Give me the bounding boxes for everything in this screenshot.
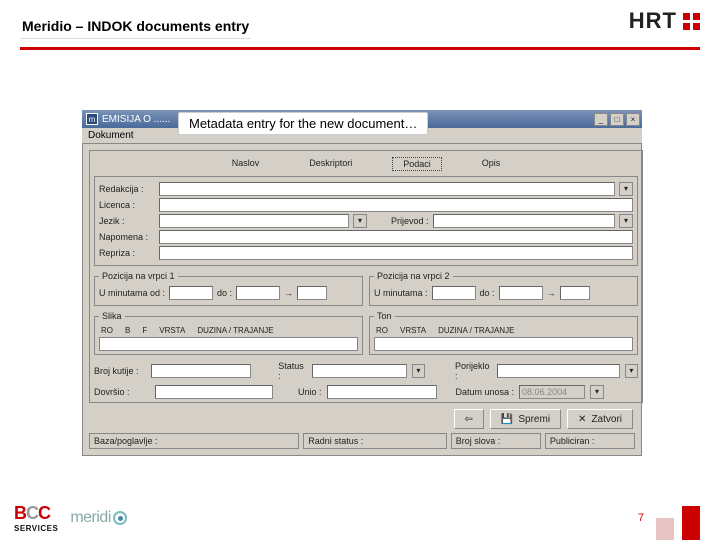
close-icon: ✕ (578, 414, 586, 425)
input-status[interactable] (312, 364, 407, 378)
status-bar: Baza/poglavlje : Radni status : Broj slo… (89, 433, 635, 449)
input-p1-do[interactable] (236, 286, 280, 300)
status-baza: Baza/poglavlje : (89, 433, 299, 449)
hdr-slika-vrsta: VRSTA (159, 326, 185, 335)
input-repriza[interactable] (159, 246, 633, 260)
hdr-slika-ro: RO (101, 326, 113, 335)
input-p1-res[interactable] (297, 286, 327, 300)
label-napomena: Napomena : (99, 232, 155, 242)
minimize-button[interactable]: _ (594, 113, 608, 126)
arrow-left-icon: ⇦ (465, 414, 473, 425)
dropdown-jezik[interactable]: ▾ (353, 214, 367, 228)
hdr-slika-f: F (142, 326, 147, 335)
status-broj-slova: Broj slova : (451, 433, 541, 449)
bcc-logo: BCC SERVICES (14, 503, 58, 533)
label-porijeklo: Porijeklo : (455, 361, 492, 381)
label-dovrsio: Dovršio : (94, 387, 150, 397)
prev-button[interactable]: ⇦ (454, 409, 484, 429)
input-licenca[interactable] (159, 198, 633, 212)
label-p2-od: U minutama : (374, 288, 428, 298)
footer-logos: BCC SERVICES meridi (14, 503, 127, 533)
window-title: EMISIJA O ...... (102, 114, 170, 125)
dropdown-datum[interactable]: ▾ (590, 385, 604, 399)
hdr-ton-ro: RO (376, 326, 388, 335)
save-button[interactable]: 💾Spremi (490, 409, 561, 429)
legend-pozicija2: Pozicija na vrpci 2 (374, 271, 453, 281)
tab-podaci[interactable]: Podaci (392, 157, 442, 171)
main-fieldset: Naslov Deskriptori Podaci Opis Redakcija… (89, 150, 643, 403)
label-p2-do: do : (480, 288, 495, 298)
hdr-slika-b: B (125, 326, 130, 335)
label-datum: Datum unosa : (456, 387, 515, 397)
group-slika: Slika RO B F VRSTA DUZINA / TRAJANJE (94, 311, 363, 355)
close-form-button[interactable]: ✕Zatvori (567, 409, 633, 429)
menu-dokument[interactable]: Dokument (88, 130, 134, 141)
input-napomena[interactable] (159, 230, 633, 244)
close-button[interactable]: × (626, 113, 640, 126)
app-icon: m (86, 113, 98, 125)
label-redakcija: Redakcija : (99, 184, 155, 194)
arrow-icon: → (547, 288, 556, 298)
deco-square (682, 506, 700, 540)
dropdown-porijeklo[interactable]: ▾ (625, 364, 638, 378)
page-number: 7 (638, 512, 644, 524)
deco-square (656, 518, 674, 540)
input-p2-od[interactable] (432, 286, 476, 300)
input-p2-do[interactable] (499, 286, 543, 300)
arrow-icon: → (284, 288, 293, 298)
input-p1-od[interactable] (169, 286, 213, 300)
dropdown-redakcija[interactable]: ▾ (619, 182, 633, 196)
legend-slika: Slika (99, 311, 125, 321)
legend-ton: Ton (374, 311, 395, 321)
input-prijevod[interactable] (433, 214, 616, 228)
fields-group: Redakcija : ▾ Licenca : Jezik : ▾ Prijev… (94, 176, 638, 266)
meridio-logo: meridi (70, 509, 127, 527)
grid-slika[interactable] (99, 337, 358, 351)
dropdown-prijevod[interactable]: ▾ (619, 214, 633, 228)
label-licenca: Licenca : (99, 200, 155, 210)
label-unio: Unio : (298, 387, 322, 397)
input-datum (519, 385, 585, 399)
hdr-ton-vrsta: VRSTA (400, 326, 426, 335)
label-p1-do: do : (217, 288, 232, 298)
grid-ton[interactable] (374, 337, 633, 351)
group-pozicija2: Pozicija na vrpci 2 U minutama : do : → (369, 271, 638, 306)
dropdown-status[interactable]: ▾ (412, 364, 425, 378)
hdr-ton-duzina: DUZINA / TRAJANJE (438, 326, 514, 335)
tab-deskriptori[interactable]: Deskriptori (299, 157, 362, 171)
annotation-callout: Metadata entry for the new document… (178, 112, 428, 135)
label-repriza: Repriza : (99, 248, 155, 258)
hrt-logo: HRT (629, 8, 700, 34)
input-porijeklo[interactable] (497, 364, 620, 378)
legend-pozicija1: Pozicija na vrpci 1 (99, 271, 178, 281)
maximize-button[interactable]: □ (610, 113, 624, 126)
label-jezik: Jezik : (99, 216, 155, 226)
title-underline (20, 47, 700, 50)
input-redakcija[interactable] (159, 182, 615, 196)
label-status: Status : (278, 361, 306, 381)
tab-opis[interactable]: Opis (472, 157, 511, 171)
input-broj-kutije[interactable] (151, 364, 251, 378)
app-window: m EMISIJA O ...... _ □ × Dokument Naslov… (82, 110, 642, 456)
group-ton: Ton RO VRSTA DUZINA / TRAJANJE (369, 311, 638, 355)
label-p1-od: U minutama od : (99, 288, 165, 298)
label-prijevod: Prijevod : (391, 216, 429, 226)
input-unio[interactable] (327, 385, 437, 399)
hdr-slika-duzina: DUZINA / TRAJANJE (197, 326, 273, 335)
input-jezik[interactable] (159, 214, 349, 228)
page-title: Meridio – INDOK documents entry (20, 14, 251, 39)
status-radni: Radni status : (303, 433, 447, 449)
input-dovrsio[interactable] (155, 385, 273, 399)
floppy-icon: 💾 (501, 414, 513, 425)
label-broj-kutije: Broj kutije : (94, 366, 146, 376)
input-p2-res[interactable] (560, 286, 590, 300)
tab-naslov[interactable]: Naslov (222, 157, 270, 171)
status-publiciran: Publiciran : (545, 433, 635, 449)
group-pozicija1: Pozicija na vrpci 1 U minutama od : do :… (94, 271, 363, 306)
